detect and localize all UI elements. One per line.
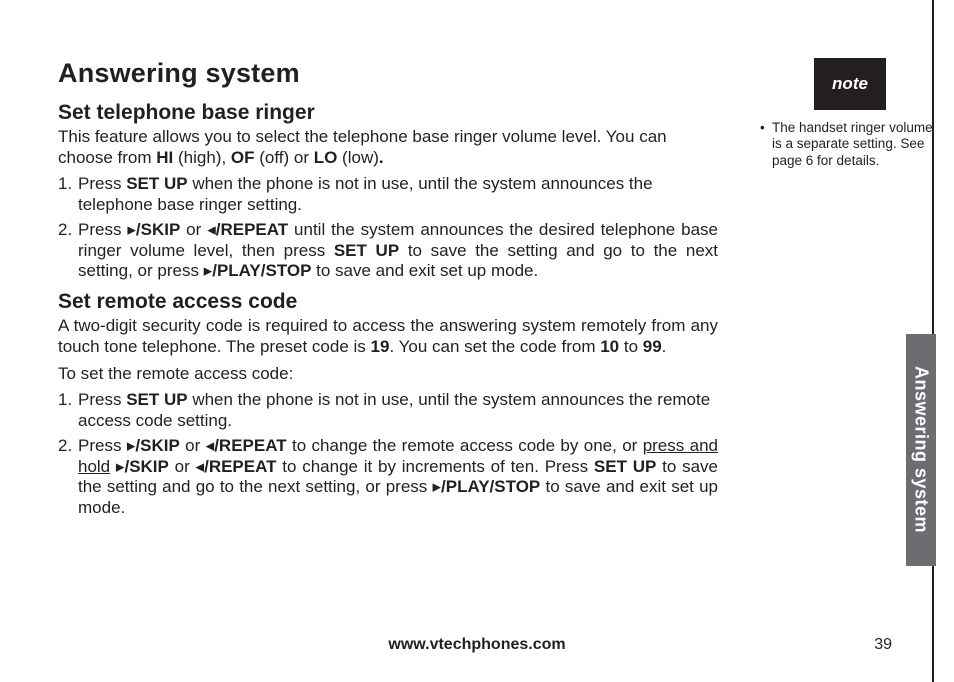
skip-label: SKIP — [129, 457, 169, 476]
step-number: 1. — [58, 174, 72, 195]
list-item: 1. Press SET UP when the phone is not in… — [58, 390, 718, 431]
text: to save and exit set up mode. — [311, 261, 538, 280]
page-number: 39 — [874, 636, 892, 654]
note-list: • The handset ringer volume is a separat… — [760, 120, 940, 169]
note-text: The handset ringer volume is a separate … — [772, 120, 933, 168]
footer: www.vtechphones.com 39 — [0, 636, 954, 654]
remote-intro2: To set the remote access code: — [58, 364, 718, 385]
hi-label: HI — [156, 148, 173, 167]
rewind-icon: ◂ — [196, 457, 205, 477]
rewind-icon: ◂ — [206, 436, 215, 456]
text: to change the remote access code by one,… — [287, 436, 643, 455]
repeat-label: /REPEAT — [216, 220, 288, 239]
setup-label: SET UP — [334, 241, 399, 260]
code-10: 10 — [600, 337, 619, 356]
rewind-icon: ◂ — [207, 220, 216, 240]
code-19: 19 — [371, 337, 390, 356]
press-text: Press — [545, 457, 594, 476]
text: or — [180, 436, 206, 455]
text: Press — [78, 220, 127, 239]
section-heading-remote: Set remote access code — [58, 290, 718, 314]
text: . You can set the code from — [389, 337, 600, 356]
step-number: 2. — [58, 436, 72, 457]
text: to — [619, 337, 643, 356]
text: or — [169, 457, 196, 476]
skip-label: SKIP — [140, 436, 180, 455]
setup-label: SET UP — [126, 174, 187, 193]
setup-label: SET UP — [594, 457, 656, 476]
text: Press — [78, 390, 126, 409]
list-item: 1. Press SET UP when the phone is not in… — [58, 174, 718, 215]
note-sidebar: note • The handset ringer volume is a se… — [760, 58, 940, 169]
of-label: OF — [231, 148, 255, 167]
text: Press — [78, 174, 126, 193]
text: or — [180, 220, 207, 239]
text: to change it by increments of ten. — [277, 457, 545, 476]
playstop-label: /PLAY/STOP — [212, 261, 311, 280]
list-item: 2. Press ▸/SKIP or ◂/REPEAT until the sy… — [58, 220, 718, 282]
play-stop-icon: ▸ — [433, 477, 442, 497]
section-tab: Answering system — [906, 334, 936, 566]
main-content: Answering system Set telephone base ring… — [58, 58, 718, 527]
footer-url: www.vtechphones.com — [0, 636, 954, 654]
note-label: note — [832, 74, 868, 94]
text: Press — [78, 436, 127, 455]
section-tab-label: Answering system — [911, 366, 932, 533]
code-99: 99 — [643, 337, 662, 356]
repeat-label: REPEAT — [209, 457, 277, 476]
note-badge: note — [814, 58, 886, 110]
bullet-icon: • — [760, 120, 765, 136]
list-item: 2. Press ▸/SKIP or ◂/REPEAT to change th… — [58, 436, 718, 519]
playstop-label: PLAY/STOP — [446, 477, 540, 496]
text: . — [662, 337, 667, 356]
play-stop-icon: ▸ — [204, 261, 213, 281]
text: (high), — [173, 148, 231, 167]
ringer-intro: This feature allows you to select the te… — [58, 127, 718, 168]
dot: . — [379, 148, 384, 167]
text: (off) or — [255, 148, 314, 167]
setup-label: SET UP — [126, 390, 187, 409]
note-item: • The handset ringer volume is a separat… — [760, 120, 940, 169]
text: (low) — [337, 148, 379, 167]
remote-intro: A two-digit security code is required to… — [58, 316, 718, 357]
skip-label: /SKIP — [136, 220, 180, 239]
ringer-steps: 1. Press SET UP when the phone is not in… — [58, 174, 718, 282]
step-number: 2. — [58, 220, 72, 241]
remote-steps: 1. Press SET UP when the phone is not in… — [58, 390, 718, 518]
lo-label: LO — [314, 148, 338, 167]
fast-forward-icon: ▸ — [127, 220, 136, 240]
repeat-label: REPEAT — [219, 436, 287, 455]
section-heading-ringer: Set telephone base ringer — [58, 101, 718, 125]
step-number: 1. — [58, 390, 72, 411]
page: Answering system Set telephone base ring… — [0, 0, 954, 682]
page-title: Answering system — [58, 58, 718, 89]
